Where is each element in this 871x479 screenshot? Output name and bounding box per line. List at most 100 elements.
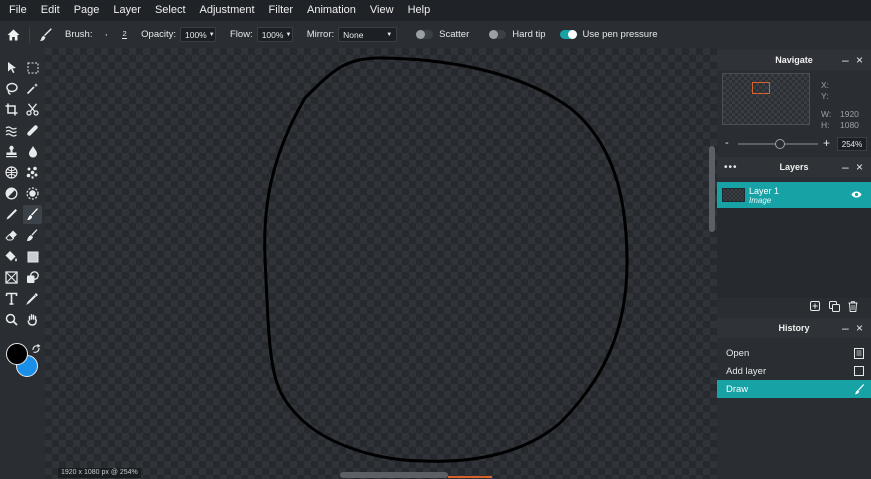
collapse-icon[interactable]: – xyxy=(842,50,849,70)
history-item-label: Add layer xyxy=(726,365,767,377)
canvas-area[interactable]: 1920 x 1080 px @ 254% xyxy=(45,48,717,479)
scroll-accent xyxy=(448,476,492,478)
rectangle-icon[interactable] xyxy=(23,247,42,266)
pattern-icon[interactable] xyxy=(23,163,42,182)
h-label: H: xyxy=(821,120,830,130)
home-icon[interactable] xyxy=(6,28,20,42)
swap-colors-icon[interactable] xyxy=(31,344,41,354)
menu-bar: File Edit Page Layer Select Adjustment F… xyxy=(0,0,871,21)
layer-name: Layer 1 xyxy=(749,186,780,196)
more-options-icon[interactable]: ••• xyxy=(724,157,738,177)
menu-layer[interactable]: Layer xyxy=(106,0,148,21)
layer-type: Image xyxy=(749,196,772,205)
history-item-open[interactable]: Open xyxy=(717,344,871,362)
menu-animation[interactable]: Animation xyxy=(300,0,363,21)
lasso-icon[interactable] xyxy=(2,79,21,98)
zoom-icon[interactable] xyxy=(2,310,21,329)
mirror-value: None xyxy=(343,29,364,40)
menu-page[interactable]: Page xyxy=(67,0,107,21)
text-icon[interactable] xyxy=(2,289,21,308)
caret-down-icon: ▼ xyxy=(208,31,215,38)
brush-size[interactable]: 2 xyxy=(122,29,128,39)
stamp-icon[interactable] xyxy=(2,142,21,161)
menu-edit[interactable]: Edit xyxy=(34,0,67,21)
toggle-knob xyxy=(416,30,426,39)
menu-adjustment[interactable]: Adjustment xyxy=(193,0,262,21)
menu-help[interactable]: Help xyxy=(401,0,438,21)
fill-bucket-icon[interactable] xyxy=(2,247,21,266)
tool-panel xyxy=(0,48,45,479)
shape-icon[interactable] xyxy=(23,268,42,287)
pen-icon[interactable] xyxy=(2,205,21,224)
menu-select[interactable]: Select xyxy=(148,0,193,21)
duplicate-layer-icon[interactable] xyxy=(829,301,840,315)
foreground-color-swatch[interactable] xyxy=(6,343,28,365)
flow-dropdown[interactable]: 100% ▼ xyxy=(256,27,293,42)
close-icon[interactable]: × xyxy=(856,157,863,177)
toggle-knob xyxy=(567,30,577,39)
horizontal-scrollbar[interactable] xyxy=(340,472,448,478)
flow-label: Flow: xyxy=(230,29,253,40)
delete-layer-icon[interactable] xyxy=(848,301,858,315)
scatter-toggle[interactable] xyxy=(416,30,434,39)
scissors-icon[interactable] xyxy=(23,100,42,119)
opacity-dropdown[interactable]: 100% ▼ xyxy=(180,27,216,42)
sun-icon[interactable] xyxy=(23,184,42,203)
history-item-draw[interactable]: Draw xyxy=(717,380,871,398)
navigator-thumbnail[interactable] xyxy=(722,73,810,125)
history-item-add-layer[interactable]: Add layer xyxy=(717,362,871,380)
document-icon xyxy=(853,347,865,359)
zoom-input[interactable]: 254% xyxy=(837,137,867,151)
hand-icon[interactable] xyxy=(23,310,42,329)
brush-size-value: 2 xyxy=(122,29,127,38)
caret-down-icon: ▼ xyxy=(386,31,393,38)
pen-pressure-label: Use pen pressure xyxy=(582,29,658,40)
opacity-value: 100% xyxy=(185,29,207,40)
eraser-icon[interactable] xyxy=(2,226,21,245)
toggle-knob xyxy=(489,30,499,39)
menu-file[interactable]: File xyxy=(0,0,34,21)
vertical-scrollbar[interactable] xyxy=(709,146,715,232)
history-item-label: Draw xyxy=(726,383,749,395)
smudge-icon[interactable] xyxy=(23,226,42,245)
viewport-indicator[interactable] xyxy=(752,82,770,94)
brush-preview[interactable]: · xyxy=(104,29,108,41)
close-icon[interactable]: × xyxy=(856,318,863,338)
brush-tool-icon xyxy=(39,27,53,42)
menu-filter[interactable]: Filter xyxy=(262,0,300,21)
canvas-status: 1920 x 1080 px @ 254% xyxy=(58,468,141,478)
add-layer-icon[interactable] xyxy=(810,301,820,314)
history-item-label: Open xyxy=(726,347,750,359)
navigate-title: Navigate xyxy=(775,55,813,65)
zoom-in-button[interactable]: + xyxy=(823,136,830,150)
eyedropper-icon[interactable] xyxy=(23,289,42,308)
drop-icon[interactable] xyxy=(23,142,42,161)
liquify-icon[interactable] xyxy=(2,121,21,140)
square-icon xyxy=(853,365,865,377)
collapse-icon[interactable]: – xyxy=(842,157,849,177)
crop-icon[interactable] xyxy=(2,100,21,119)
collapse-icon[interactable]: – xyxy=(842,318,849,338)
drawn-circle-stroke xyxy=(263,56,629,463)
frame-icon[interactable] xyxy=(2,268,21,287)
zoom-out-button[interactable]: - xyxy=(725,137,729,149)
sponge-icon[interactable] xyxy=(2,163,21,182)
pen-pressure-toggle[interactable] xyxy=(559,30,577,39)
magic-wand-icon[interactable] xyxy=(23,79,42,98)
eye-icon[interactable] xyxy=(851,190,862,202)
brush-size-underline xyxy=(122,38,128,39)
divider xyxy=(29,26,30,43)
select-arrow-icon[interactable] xyxy=(2,58,21,77)
bandage-icon[interactable] xyxy=(23,121,42,140)
marquee-icon[interactable] xyxy=(23,58,42,77)
close-icon[interactable]: × xyxy=(856,50,863,70)
menu-view[interactable]: View xyxy=(363,0,401,21)
mirror-label: Mirror: xyxy=(306,29,335,40)
mirror-dropdown[interactable]: None ▼ xyxy=(338,27,398,42)
zoom-slider-knob[interactable] xyxy=(775,139,785,149)
layer-row[interactable]: Layer 1 Image xyxy=(717,182,871,208)
brush-icon[interactable] xyxy=(23,205,42,224)
hard-tip-toggle[interactable] xyxy=(489,30,507,39)
hard-tip-label: Hard tip xyxy=(512,29,546,40)
contrast-icon[interactable] xyxy=(2,184,21,203)
